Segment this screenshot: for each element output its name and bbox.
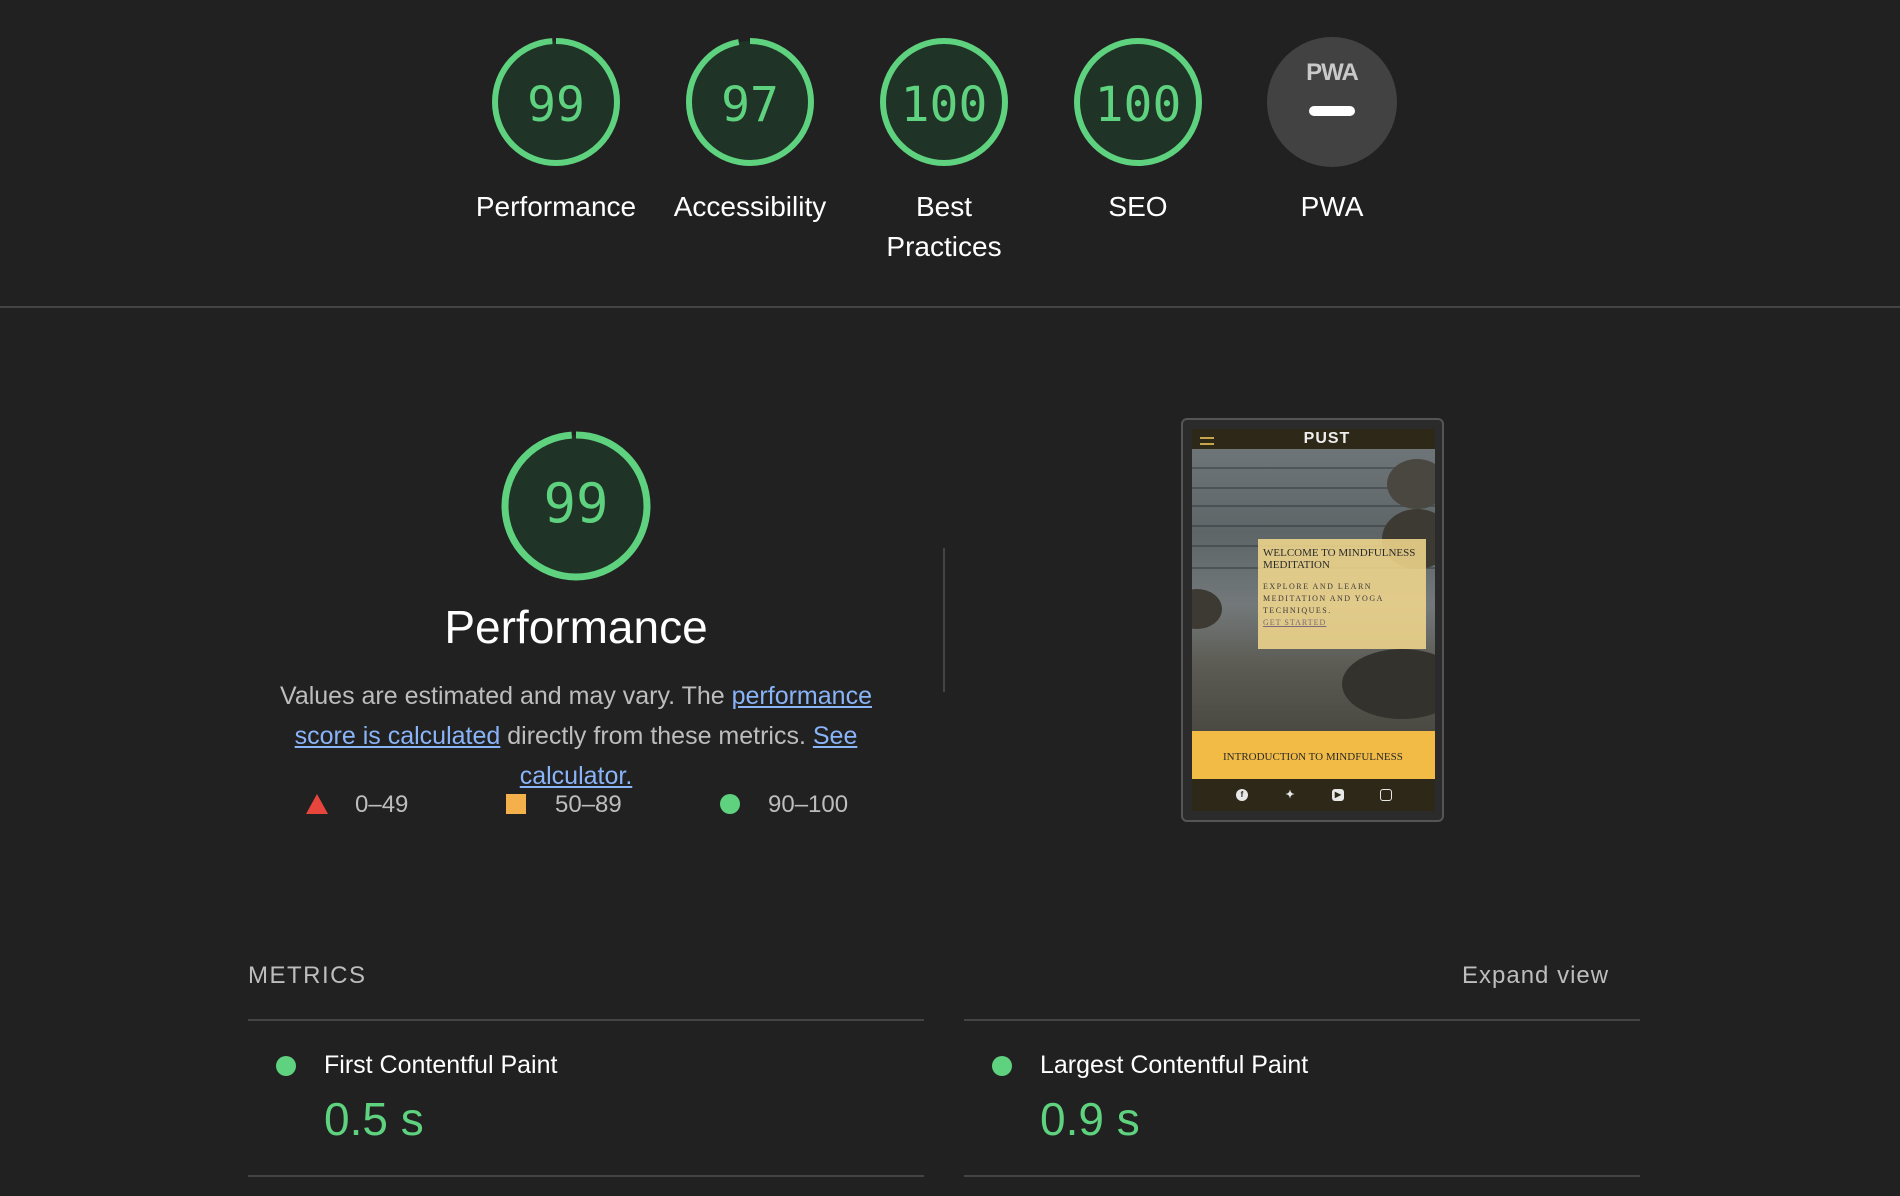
- screenshot-hero-text: EXPLORE AND LEARN MEDITATION AND YOGA TE…: [1263, 582, 1384, 615]
- metric-value: 0.5 s: [324, 1093, 424, 1145]
- screenshot-hero-link: GET STARTED: [1263, 618, 1327, 627]
- fail-triangle-icon: [306, 794, 328, 814]
- metric-divider: [248, 1019, 924, 1021]
- water-ripple: [1192, 505, 1435, 507]
- gauge-score: 97: [721, 77, 779, 133]
- gauge-score: 100: [900, 77, 988, 133]
- screenshot-footer: f ✦ ▶: [1192, 779, 1435, 811]
- gauge-label: PWA: [1300, 191, 1364, 222]
- rock: [1342, 649, 1435, 719]
- pass-circle-icon: [992, 1056, 1012, 1076]
- description-text: directly from these metrics.: [500, 722, 813, 750]
- screenshot-header: PUST: [1192, 429, 1435, 449]
- screenshot-hero-title: WELCOME TO MINDFULNESS MEDITATION: [1263, 547, 1416, 571]
- gauge-pwa[interactable]: PWA PWA: [1232, 37, 1432, 227]
- facebook-icon: f: [1236, 789, 1248, 801]
- rock: [1387, 459, 1435, 509]
- performance-description: Values are estimated and may vary. The p…: [246, 676, 906, 796]
- metric-divider: [248, 1175, 924, 1177]
- metric-label: Largest Contentful Paint: [1040, 1051, 1309, 1079]
- gauge-label: Best Practices: [886, 191, 1002, 262]
- gauge-best-practices[interactable]: 100 Best Practices: [844, 37, 1044, 267]
- gauge-score: 100: [1094, 77, 1182, 133]
- gauge-score: 99: [527, 77, 585, 133]
- section-divider: [0, 306, 1900, 308]
- gauge-label: SEO: [1108, 191, 1168, 222]
- metric-value: 0.9 s: [1040, 1093, 1140, 1145]
- gauge-label: Accessibility: [673, 191, 827, 222]
- final-screenshot[interactable]: PUST WELCOME TO MINDFULNESS MEDITATION E…: [1181, 418, 1444, 822]
- average-square-icon: [506, 794, 526, 814]
- performance-score: 99: [543, 472, 609, 535]
- metric-label: First Contentful Paint: [324, 1051, 558, 1079]
- gauge-seo[interactable]: 100 SEO: [1038, 37, 1238, 227]
- screenshot-section-title: INTRODUCTION TO MINDFULNESS: [1192, 731, 1435, 779]
- metric-divider: [964, 1019, 1640, 1021]
- gauge-accessibility[interactable]: 97 Accessibility: [650, 37, 850, 227]
- legend-fail-label: 0–49: [355, 791, 409, 818]
- score-legend: 0–49 50–89 90–100: [0, 790, 1000, 820]
- description-text: Values are estimated and may vary. The: [280, 682, 732, 710]
- performance-gauge: 99: [500, 430, 652, 582]
- pwa-dash-icon: [1309, 106, 1355, 116]
- youtube-icon: ▶: [1332, 789, 1344, 801]
- rock: [1192, 589, 1222, 629]
- hamburger-icon: [1200, 437, 1214, 445]
- performance-title: Performance: [444, 601, 708, 653]
- pass-circle-icon: [720, 794, 740, 814]
- expand-view-button[interactable]: Expand view: [1462, 962, 1609, 990]
- pwa-badge-icon: PWA: [1267, 37, 1397, 167]
- metric-divider: [964, 1175, 1640, 1177]
- pass-circle-icon: [276, 1056, 296, 1076]
- gauge-label: Performance: [475, 191, 637, 222]
- gauge-performance[interactable]: 99 Performance: [456, 37, 656, 227]
- screenshot-hero-card: WELCOME TO MINDFULNESS MEDITATION EXPLOR…: [1258, 539, 1426, 649]
- screenshot-brand: PUST: [1303, 430, 1351, 447]
- screenshot-hero-image: WELCOME TO MINDFULNESS MEDITATION EXPLOR…: [1192, 449, 1435, 731]
- instagram-icon: [1380, 789, 1392, 801]
- legend-average-label: 50–89: [555, 791, 622, 818]
- twitter-icon: ✦: [1285, 789, 1295, 801]
- metrics-heading: METRICS: [248, 962, 367, 989]
- vertical-divider: [943, 548, 945, 692]
- legend-pass-label: 90–100: [768, 791, 849, 818]
- category-gauges: 99 Performance 97 Accessibility 100 Best…: [0, 37, 1900, 267]
- pwa-logo: PWA: [1306, 59, 1359, 86]
